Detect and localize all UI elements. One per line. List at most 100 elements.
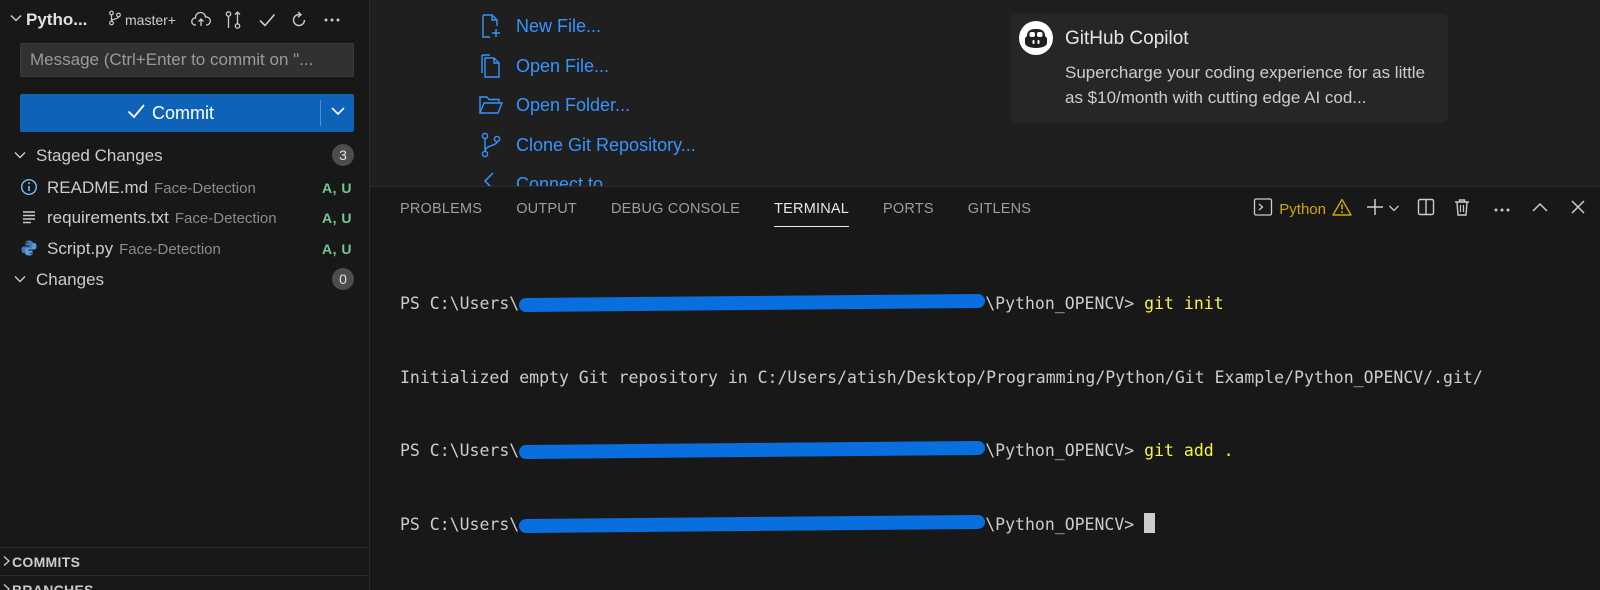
clone-git-repository-label: Clone Git Repository... — [516, 134, 696, 155]
chevron-down-icon — [12, 271, 28, 287]
connect-to-link[interactable]: Connect to... — [478, 170, 618, 186]
chevron-down-icon — [1388, 200, 1400, 218]
staged-count-badge: 3 — [332, 144, 354, 166]
welcome-page: New File... Open File... Open Folder... … — [370, 0, 1600, 186]
commits-label: COMMITS — [12, 554, 81, 570]
staged-file-row[interactable]: Script.py Face-Detection A, U — [0, 233, 370, 263]
source-control-header: Pytho... master+ — [0, 0, 370, 38]
new-file-link[interactable]: New File... — [478, 12, 601, 40]
kill-terminal-button[interactable] — [1450, 196, 1474, 222]
commit-dropdown-button[interactable] — [321, 94, 354, 132]
commits-section-header[interactable]: COMMITS — [0, 547, 370, 575]
tab-terminal[interactable]: TERMINAL — [774, 187, 849, 231]
open-file-link[interactable]: Open File... — [478, 52, 609, 80]
info-icon — [20, 178, 38, 196]
terminal-icon — [1253, 197, 1273, 222]
tab-gitlens[interactable]: GITLENS — [968, 187, 1031, 231]
branch-icon — [108, 10, 122, 29]
file-directory: Face-Detection — [154, 180, 256, 197]
file-directory: Face-Detection — [174, 210, 277, 227]
new-terminal-button[interactable] — [1366, 196, 1400, 222]
git-clone-icon — [478, 132, 504, 158]
prompt-suffix: \Python_OPENCV> — [985, 294, 1145, 313]
chevron-down-icon — [12, 147, 28, 163]
clone-git-repository-link[interactable]: Clone Git Repository... — [478, 131, 696, 159]
open-file-icon — [478, 53, 504, 79]
terminal-line: Initialized empty Git repository in C:/U… — [400, 366, 1483, 391]
changes-count-badge: 0 — [332, 268, 354, 290]
bottom-panel: PROBLEMS OUTPUT DEBUG CONSOLE TERMINAL P… — [370, 186, 1600, 590]
terminal-command: git add . — [1144, 441, 1234, 460]
redaction-mark — [519, 293, 986, 313]
terminal-output[interactable]: PS C:\Users\ \Python_OPENCV> git init Ini… — [400, 243, 1483, 586]
changes-header[interactable]: Changes 0 — [0, 264, 370, 294]
file-status: A, U — [322, 180, 352, 196]
prompt-suffix: \Python_OPENCV> — [985, 514, 1145, 534]
split-terminal-button[interactable] — [1414, 196, 1438, 222]
terminal-name: Python — [1279, 200, 1326, 218]
tab-output[interactable]: OUTPUT — [516, 187, 577, 231]
terminal-line: PS C:\Users\ \Python_OPENCV> git init — [400, 292, 1483, 317]
terminal-cursor — [1144, 513, 1156, 533]
tab-debug-console[interactable]: DEBUG CONSOLE — [611, 187, 740, 231]
redaction-mark — [519, 440, 986, 460]
copilot-icon — [1019, 21, 1053, 55]
new-file-icon — [478, 13, 504, 39]
branches-label: BRANCHES — [12, 582, 94, 590]
check-icon[interactable] — [256, 9, 278, 31]
commit-button[interactable]: Commit — [20, 94, 320, 132]
file-name: requirements.txt — [47, 208, 169, 227]
connect-to-label: Connect to... — [516, 173, 619, 187]
check-icon — [126, 102, 146, 125]
commit-message-input[interactable] — [20, 43, 354, 77]
file-name: Script.py — [47, 239, 114, 258]
warning-icon — [1332, 198, 1352, 221]
git-compare-icon[interactable] — [222, 9, 244, 31]
staged-changes-label: Staged Changes — [36, 146, 163, 165]
staged-changes-header[interactable]: Staged Changes 3 — [0, 140, 370, 170]
terminal-selector[interactable]: Python — [1253, 196, 1352, 222]
copilot-title: GitHub Copilot — [1065, 28, 1189, 49]
cloud-sync-icon[interactable] — [190, 9, 212, 31]
redaction-mark — [519, 514, 986, 533]
commit-button-group: Commit — [20, 94, 354, 132]
commit-button-label: Commit — [152, 102, 214, 123]
github-copilot-card[interactable]: GitHub Copilot Supercharge your coding e… — [1010, 14, 1448, 123]
lines-icon — [20, 208, 38, 226]
open-file-label: Open File... — [516, 55, 610, 76]
prompt-suffix: \Python_OPENCV> — [985, 441, 1145, 460]
chevron-down-icon — [330, 104, 346, 122]
prompt-prefix: PS C:\Users\ — [400, 441, 520, 460]
panel-actions: Python — [1253, 196, 1590, 222]
tab-problems[interactable]: PROBLEMS — [400, 187, 482, 231]
trash-icon — [1453, 198, 1471, 221]
branches-section-header[interactable]: BRANCHES — [0, 575, 370, 590]
copilot-description: Supercharge your coding experience for a… — [1065, 63, 1426, 107]
close-panel-button[interactable] — [1566, 196, 1590, 222]
more-actions-icon — [1493, 200, 1511, 218]
branch-indicator[interactable]: master+ — [108, 10, 176, 29]
more-actions-icon[interactable] — [321, 9, 343, 31]
chevron-down-icon[interactable] — [8, 10, 24, 26]
plus-icon — [1366, 198, 1384, 221]
tab-ports[interactable]: PORTS — [883, 187, 934, 231]
more-actions-button[interactable] — [1490, 196, 1514, 222]
panel-tabs: PROBLEMS OUTPUT DEBUG CONSOLE TERMINAL P… — [400, 187, 1065, 231]
staged-file-row[interactable]: requirements.txt Face-Detection A, U — [0, 202, 370, 232]
file-status: A, U — [322, 210, 352, 226]
split-icon — [1417, 198, 1435, 221]
open-folder-link[interactable]: Open Folder... — [478, 91, 630, 119]
repository-title[interactable]: Pytho... — [26, 10, 87, 30]
maximize-panel-button[interactable] — [1528, 196, 1552, 222]
terminal-output-text: Initialized empty Git repository in C:/U… — [400, 367, 1483, 387]
python-icon — [20, 239, 38, 257]
prompt-prefix: PS C:\Users\ — [400, 294, 520, 313]
open-folder-icon — [478, 92, 504, 118]
remote-icon — [478, 171, 504, 186]
close-icon — [1570, 199, 1586, 220]
refresh-icon[interactable] — [288, 9, 310, 31]
file-directory: Face-Detection — [119, 241, 221, 258]
branch-name: master+ — [125, 11, 176, 28]
staged-file-row[interactable]: README.md Face-Detection A, U — [0, 172, 370, 202]
source-control-sidebar: Pytho... master+ Commit — [0, 0, 370, 590]
